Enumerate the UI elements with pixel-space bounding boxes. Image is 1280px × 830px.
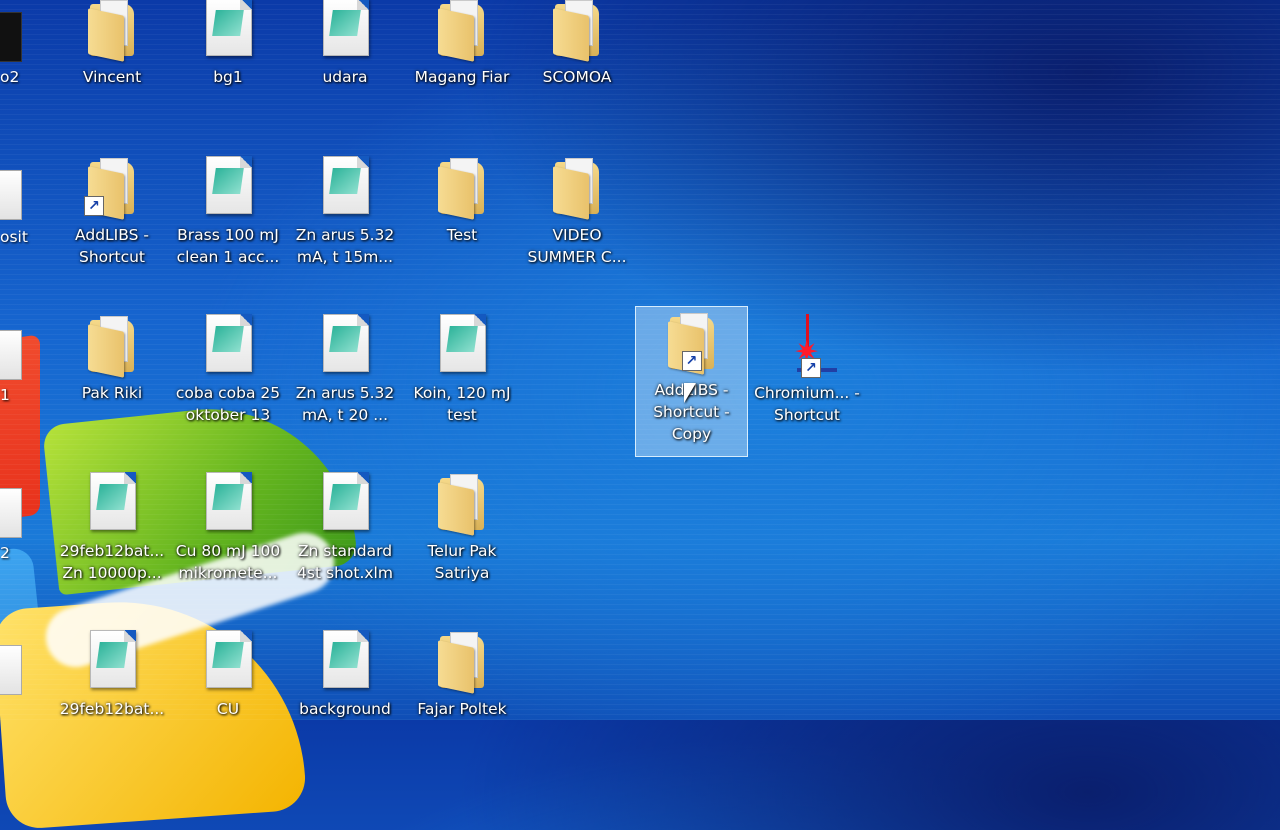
icon-label: Zn standard 4st shot.xlm	[297, 542, 393, 582]
file-icon	[84, 630, 140, 690]
icon-label: Koin, 120 mJ test	[413, 384, 511, 424]
desktop-icon-magang-fiar-folder[interactable]: Magang Fiar	[404, 0, 520, 144]
file-icon	[317, 472, 373, 532]
icon-label: Zn arus 5.32 mA, t 20 ...	[295, 384, 395, 424]
desktop-icon-29feb12[interactable]: 29feb12bat...	[54, 626, 170, 776]
desktop-icon-zn-arus-15m[interactable]: Zn arus 5.32 mA, t 15m...	[287, 152, 403, 302]
icon-label: background	[299, 700, 391, 718]
desktop-icon-cu[interactable]: CU	[170, 626, 286, 776]
icon-label: Chromium... - Shortcut	[754, 384, 860, 424]
icon-label: Fajar Poltek	[417, 700, 507, 718]
shortcut-arrow-icon: ↗	[84, 196, 104, 216]
file-icon	[200, 314, 256, 374]
folder-icon	[549, 156, 605, 220]
icon-label: Telur Pak Satriya	[427, 542, 497, 582]
folder-icon	[434, 0, 490, 62]
file-icon	[317, 630, 373, 690]
desktop-icon-test-folder[interactable]: Test	[404, 152, 520, 302]
folder-icon	[434, 156, 490, 220]
icon-label: Vincent	[82, 68, 142, 86]
icon-label: VIDEO SUMMER C...	[527, 226, 627, 266]
shortcut-arrow-icon: ↗	[801, 358, 821, 378]
desktop-icon-chromium-shortcut[interactable]: ✷ ↗ Chromium... - Shortcut	[749, 310, 865, 460]
file-icon	[317, 314, 373, 374]
desktop-icon-coba-coba[interactable]: coba coba 25 oktober 13	[170, 310, 286, 460]
icon-label: SCOMOA	[542, 68, 612, 86]
desktop-icon-video-summer-folder[interactable]: VIDEO SUMMER C...	[519, 152, 635, 302]
folder-icon	[84, 314, 140, 378]
folder-icon	[434, 472, 490, 536]
file-icon	[84, 472, 140, 532]
icon-label: 29feb12bat... Zn 10000p...	[59, 542, 165, 582]
icon-label: Pak Riki	[81, 384, 143, 402]
file-icon	[317, 0, 373, 58]
icon-label: CU	[216, 700, 240, 718]
desktop-icon-vincent-folder[interactable]: Vincent	[54, 0, 170, 144]
desktop-icon-pak-riki-folder[interactable]: Pak Riki	[54, 310, 170, 460]
file-icon	[200, 630, 256, 690]
folder-shortcut-icon: ↗	[84, 156, 140, 220]
desktop-icon-udara[interactable]: udara	[287, 0, 403, 144]
desktop-icon-addlibs-shortcut[interactable]: ↗ AddLIBS - Shortcut	[54, 152, 170, 302]
icon-label: udara	[322, 68, 368, 86]
desktop-icon-29feb12-zn[interactable]: 29feb12bat... Zn 10000p...	[54, 468, 170, 618]
desktop-icon-scomoa-folder[interactable]: SCOMOA	[519, 0, 635, 144]
icon-label: coba coba 25 oktober 13	[175, 384, 281, 424]
folder-icon	[434, 630, 490, 694]
partial-icon[interactable]	[0, 645, 22, 695]
icon-label: bg1	[213, 68, 243, 86]
desktop-icon-zn-arus-20[interactable]: Zn arus 5.32 mA, t 20 ...	[287, 310, 403, 460]
file-icon	[317, 156, 373, 216]
partial-icon-label: o2	[0, 68, 20, 86]
folder-icon	[84, 0, 140, 62]
partial-icon[interactable]	[0, 12, 22, 62]
icon-label: Zn arus 5.32 mA, t 15m...	[295, 226, 395, 266]
desktop-icon-addlibs-shortcut-copy[interactable]: ↗ AddLIBS - Shortcut - Copy	[635, 306, 748, 457]
icon-label: AddLIBS - Shortcut	[75, 226, 149, 266]
desktop-icon-telur-pak-satriya-folder[interactable]: Telur Pak Satriya	[404, 468, 520, 618]
mouse-cursor-icon	[684, 383, 696, 403]
file-icon	[200, 156, 256, 216]
partial-icon-label: osit	[0, 228, 28, 246]
partial-icon[interactable]	[0, 330, 22, 380]
file-icon	[200, 472, 256, 532]
desktop-icon-background[interactable]: background	[287, 626, 403, 776]
laser-spectrum-icon: ✷ ↗	[779, 314, 837, 378]
desktop-icon-koin-test[interactable]: Koin, 120 mJ test	[404, 310, 520, 460]
desktop-icon-fajar-poltek-folder[interactable]: Fajar Poltek	[404, 626, 520, 776]
folder-shortcut-icon: ↗	[664, 311, 720, 375]
partial-icon[interactable]	[0, 488, 22, 538]
partial-icon[interactable]	[0, 170, 22, 220]
desktop-icon-brass-file[interactable]: Brass 100 mJ clean 1 acc...	[170, 152, 286, 302]
folder-icon	[549, 0, 605, 62]
icon-label: Brass 100 mJ clean 1 acc...	[176, 226, 280, 266]
partial-icon-label: 2	[0, 544, 10, 562]
icon-label: Magang Fiar	[414, 68, 510, 86]
partial-icon-label: 1	[0, 386, 10, 404]
icon-label: Cu 80 mJ 100 mikromete...	[175, 542, 281, 582]
icon-label: 29feb12bat...	[59, 700, 165, 718]
file-icon	[434, 314, 490, 374]
shortcut-arrow-icon: ↗	[681, 351, 702, 371]
desktop-icon-bg1[interactable]: bg1	[170, 0, 286, 144]
file-icon	[200, 0, 256, 58]
icon-label: Test	[446, 226, 478, 244]
desktop-icon-cu-80mj[interactable]: Cu 80 mJ 100 mikromete...	[170, 468, 286, 618]
desktop-icon-zn-standard[interactable]: Zn standard 4st shot.xlm	[287, 468, 403, 618]
